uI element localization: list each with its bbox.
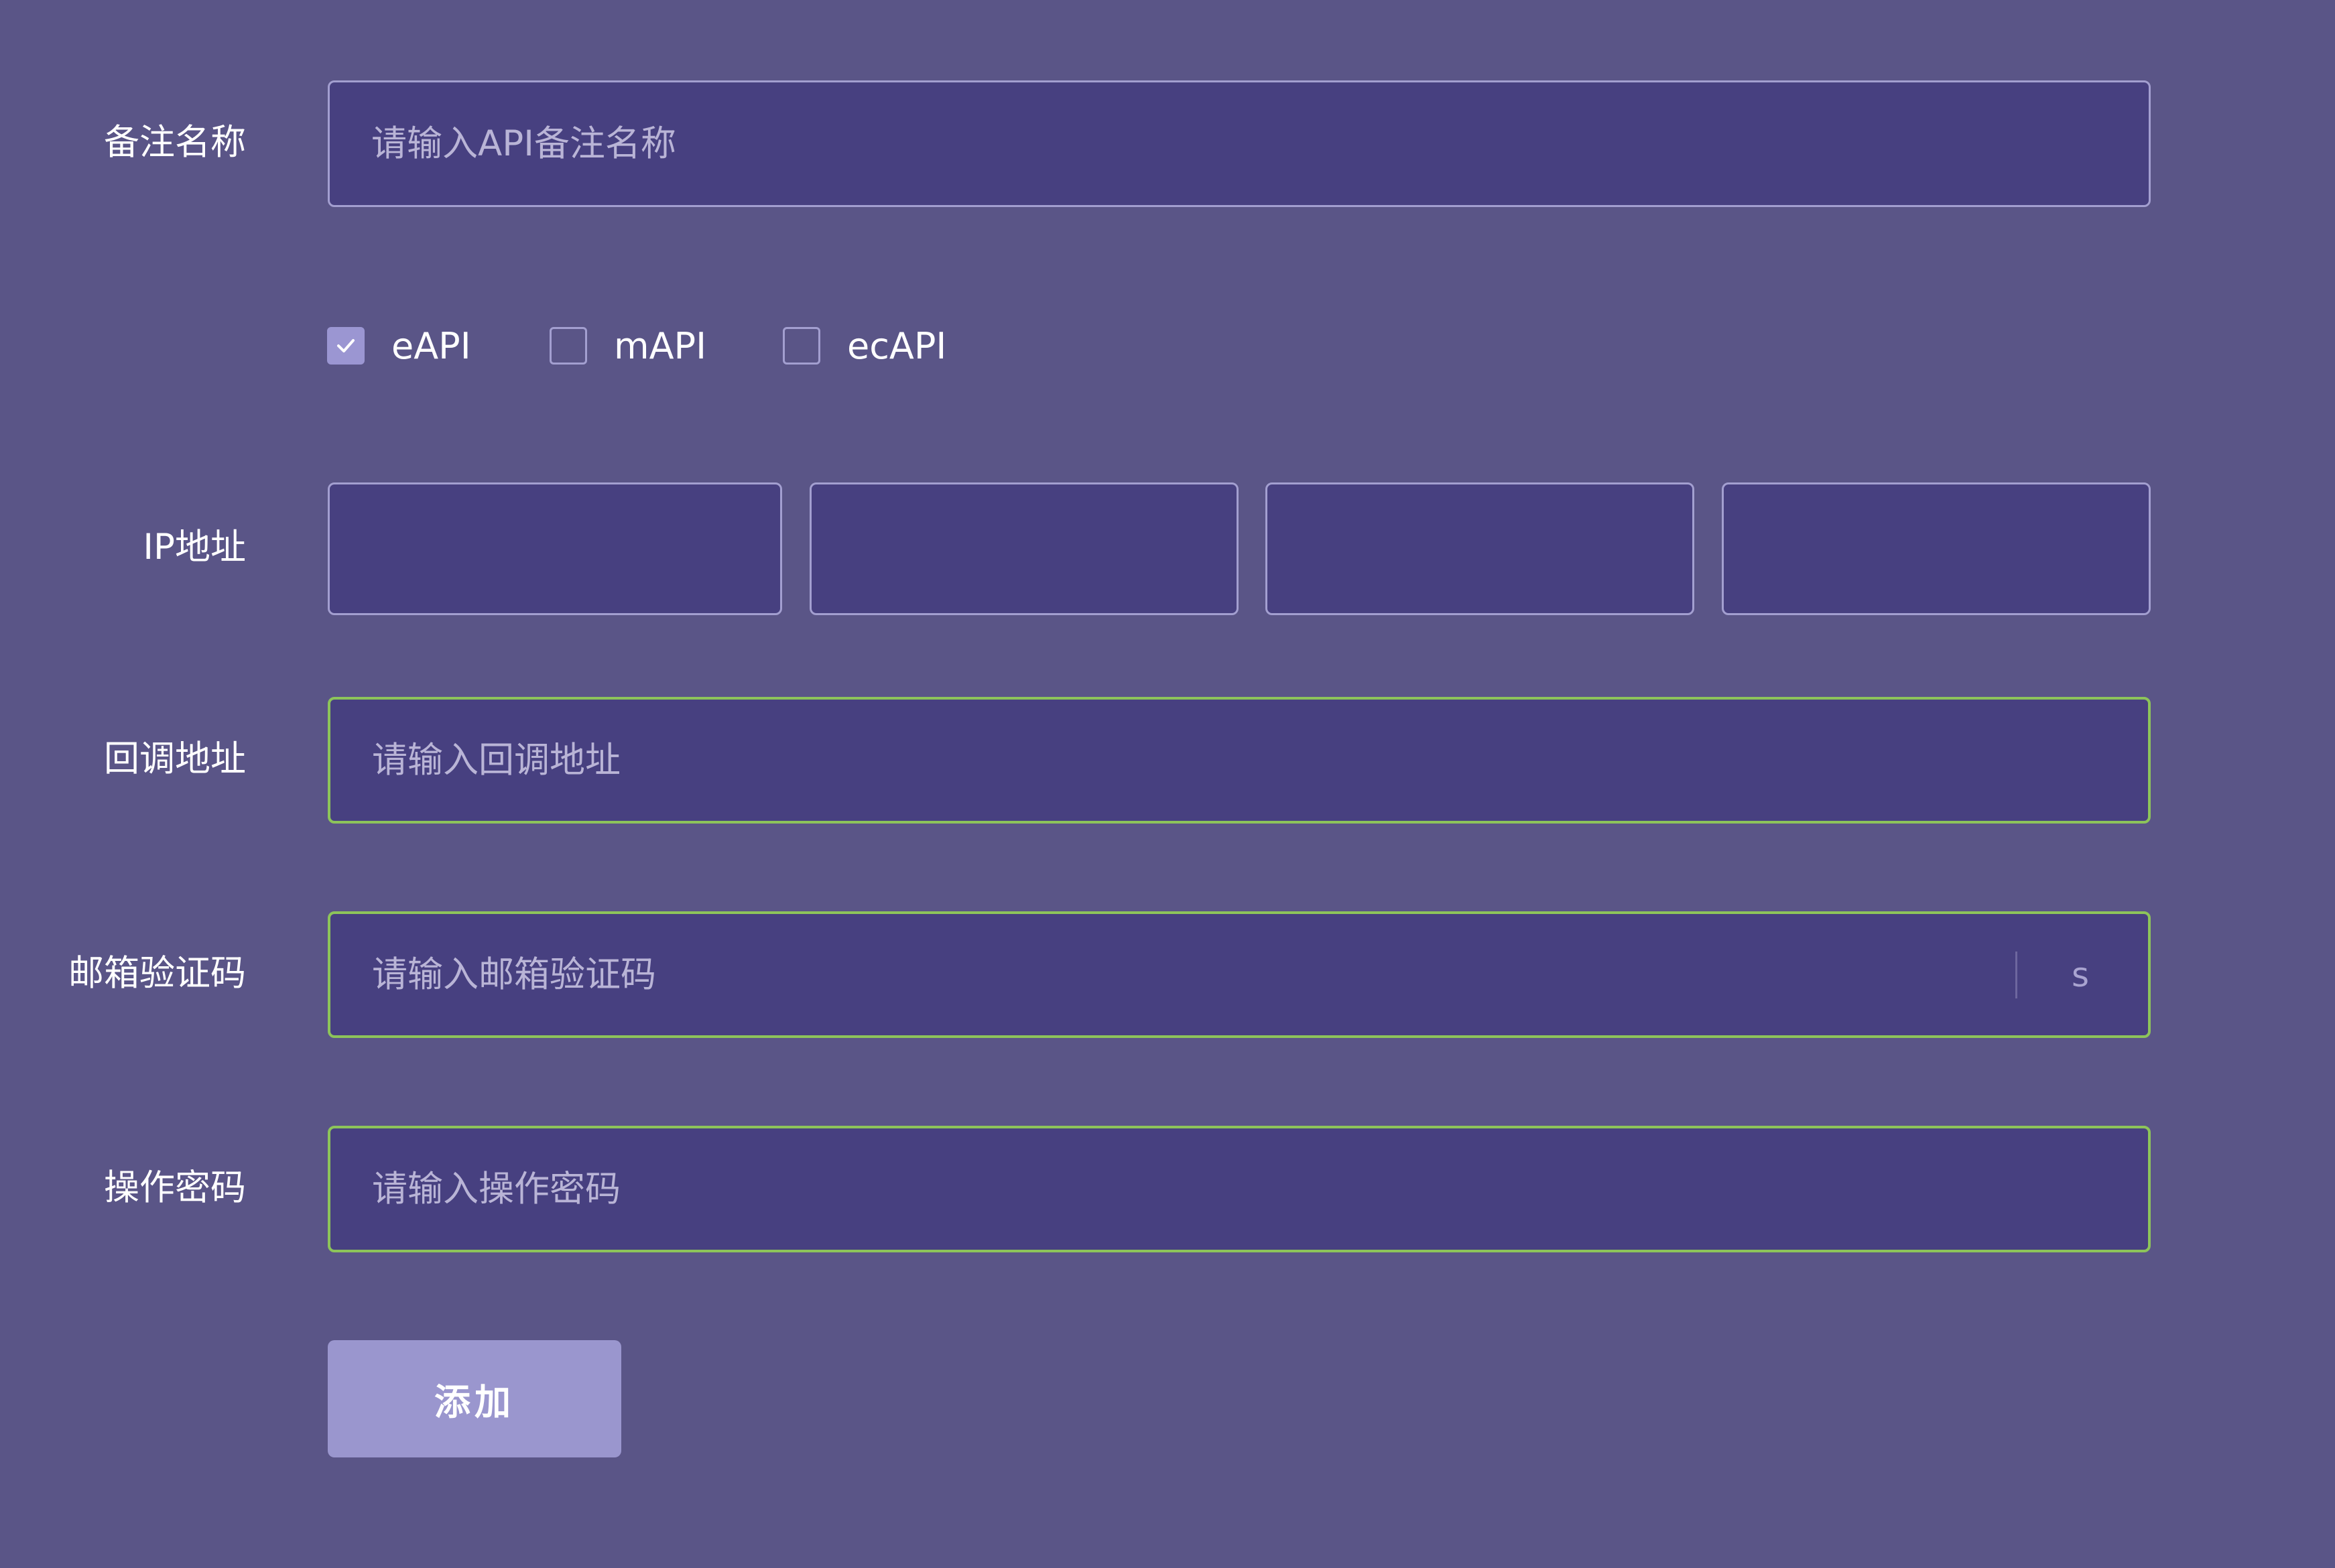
ip-segment-3[interactable]	[1265, 482, 1694, 615]
op-password-input[interactable]	[330, 1128, 2148, 1250]
api-type-ecapi[interactable]: ecAPI	[783, 325, 946, 367]
op-password-field[interactable]	[328, 1126, 2151, 1252]
ip-segment-4[interactable]	[1722, 482, 2151, 615]
ip-segment-1-input[interactable]	[330, 484, 780, 613]
ip-segment-3-input[interactable]	[1267, 484, 1692, 613]
eapi-checkbox[interactable]	[327, 327, 365, 365]
ecapi-label[interactable]: ecAPI	[847, 325, 946, 367]
suffix-divider	[2015, 952, 2017, 998]
email-code-input[interactable]	[330, 914, 2148, 1035]
remark-input[interactable]	[330, 82, 2149, 205]
eapi-label[interactable]: eAPI	[391, 325, 471, 367]
callback-field[interactable]	[328, 697, 2151, 824]
op-password-label: 操作密码	[104, 1167, 246, 1208]
mapi-checkbox[interactable]	[550, 327, 587, 365]
ecapi-checkbox[interactable]	[783, 327, 820, 365]
email-code-field[interactable]: s	[328, 911, 2151, 1038]
ip-segment-4-input[interactable]	[1724, 484, 2149, 613]
ip-segment-2-input[interactable]	[812, 484, 1237, 613]
check-icon	[337, 339, 355, 352]
api-type-mapi[interactable]: mAPI	[550, 325, 706, 367]
mapi-label[interactable]: mAPI	[614, 325, 706, 367]
remark-field[interactable]	[328, 80, 2151, 207]
api-type-eapi[interactable]: eAPI	[327, 325, 471, 367]
callback-label: 回调地址	[104, 738, 246, 779]
ip-segment-1[interactable]	[328, 482, 782, 615]
ip-label: IP地址	[143, 527, 246, 568]
remark-label: 备注名称	[104, 122, 246, 163]
callback-input[interactable]	[330, 700, 2148, 821]
email-code-label: 邮箱验证码	[68, 953, 246, 994]
add-button[interactable]: 添加	[328, 1340, 621, 1457]
ip-segment-2[interactable]	[810, 482, 1239, 615]
countdown-suffix[interactable]: s	[2072, 914, 2089, 1035]
